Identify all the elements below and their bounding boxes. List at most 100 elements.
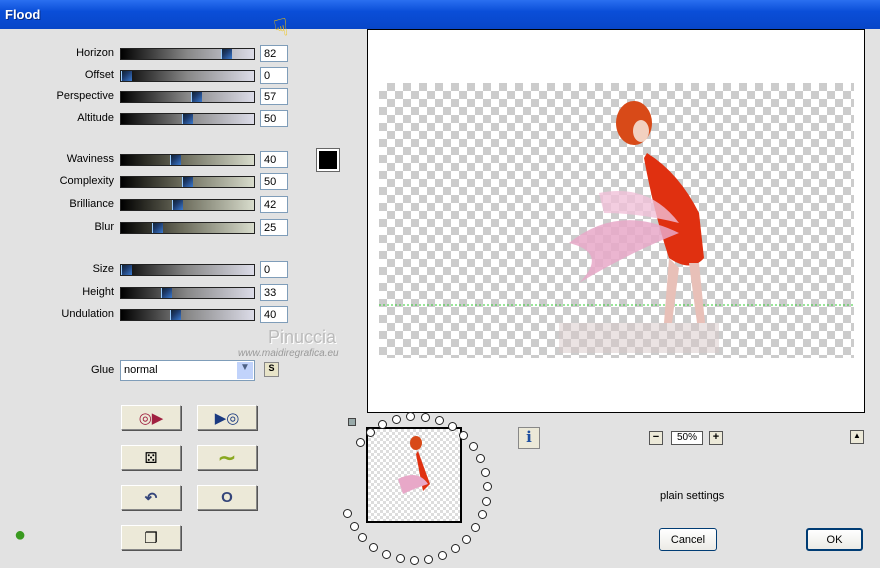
slider-thumb[interactable] bbox=[121, 71, 132, 81]
navigator-handle[interactable] bbox=[348, 418, 356, 426]
dial-dot[interactable] bbox=[343, 508, 353, 518]
slider-track[interactable] bbox=[120, 176, 255, 188]
ring-icon: O bbox=[221, 489, 233, 506]
slider-label: Horizon bbox=[76, 47, 114, 59]
dial-dot[interactable] bbox=[355, 437, 365, 447]
slider-track[interactable] bbox=[120, 199, 255, 211]
slider-track[interactable] bbox=[120, 91, 255, 103]
dial-dot[interactable] bbox=[434, 416, 444, 426]
slider-row-brilliance: Brilliance 42 bbox=[0, 196, 300, 213]
slider-track[interactable] bbox=[120, 264, 255, 276]
zoom-in-button[interactable]: + bbox=[709, 431, 723, 445]
slider-thumb[interactable] bbox=[221, 49, 233, 59]
dial-dot[interactable] bbox=[477, 510, 487, 520]
collapse-button[interactable]: ▲ bbox=[850, 430, 864, 444]
slider-value-input[interactable]: 42 bbox=[260, 196, 288, 213]
dial-dot[interactable] bbox=[476, 454, 486, 463]
slider-thumb[interactable] bbox=[169, 310, 181, 320]
slider-value-input[interactable]: 0 bbox=[260, 261, 288, 278]
slider-label: Altitude bbox=[77, 112, 114, 124]
dial-dot[interactable] bbox=[381, 549, 391, 559]
wave-icon: ∼ bbox=[217, 444, 237, 470]
copy-button[interactable]: ❐ bbox=[121, 525, 181, 550]
slider-thumb[interactable] bbox=[172, 200, 184, 210]
preview-area[interactable] bbox=[367, 29, 865, 413]
zoom-out-button[interactable]: − bbox=[649, 431, 663, 445]
dial-dot[interactable] bbox=[366, 427, 376, 437]
slider-value-input[interactable]: 50 bbox=[260, 173, 288, 190]
slider-label: Waviness bbox=[66, 153, 114, 165]
watermark-url: www.maidiregrafica.eu bbox=[238, 348, 339, 359]
dial-dot[interactable] bbox=[420, 412, 430, 422]
slider-thumb[interactable] bbox=[169, 155, 181, 165]
slider-row-waviness: Waviness 40 bbox=[0, 151, 300, 168]
wave-button[interactable]: ∼ bbox=[197, 445, 257, 470]
info-button[interactable]: i bbox=[518, 427, 540, 449]
chevron-down-icon: ▼ bbox=[237, 362, 253, 379]
dial-dot[interactable] bbox=[462, 534, 472, 544]
dial-dot[interactable] bbox=[424, 554, 434, 564]
slider-track[interactable] bbox=[120, 309, 255, 321]
dial-dot[interactable] bbox=[481, 496, 491, 506]
color-swatch[interactable] bbox=[316, 148, 340, 172]
slider-value-input[interactable]: 40 bbox=[260, 306, 288, 323]
dial-dot[interactable] bbox=[482, 482, 492, 492]
dial-dot[interactable] bbox=[469, 441, 479, 451]
dial-dot[interactable] bbox=[438, 550, 448, 560]
dial-dot[interactable] bbox=[358, 533, 368, 543]
slider-value-input[interactable]: 0 bbox=[260, 67, 288, 84]
slider-track[interactable] bbox=[120, 154, 255, 166]
preview-image bbox=[379, 101, 854, 353]
slider-value-input[interactable]: 25 bbox=[260, 219, 288, 236]
slider-track[interactable] bbox=[120, 48, 255, 60]
slider-row-horizon: Horizon 82 bbox=[0, 45, 300, 62]
slider-track[interactable] bbox=[120, 113, 255, 125]
slider-label: Brilliance bbox=[69, 198, 114, 210]
app-logo-icon: ● bbox=[14, 524, 27, 546]
slider-thumb[interactable] bbox=[190, 92, 202, 102]
glue-select[interactable]: normal ▼ bbox=[120, 360, 255, 381]
slider-thumb[interactable] bbox=[182, 177, 193, 187]
slider-label: Complexity bbox=[59, 175, 114, 187]
dial-dot[interactable] bbox=[447, 422, 457, 432]
cancel-button[interactable]: Cancel bbox=[659, 528, 717, 551]
slider-row-height: Height 33 bbox=[0, 284, 300, 301]
slider-row-blur: Blur 25 bbox=[0, 219, 300, 236]
dial-dot[interactable] bbox=[481, 467, 491, 477]
slider-thumb[interactable] bbox=[182, 114, 193, 124]
navigator-thumbnail[interactable] bbox=[366, 427, 462, 523]
save-preset-button[interactable]: ▶◎ bbox=[197, 405, 257, 430]
slider-track[interactable] bbox=[120, 70, 255, 82]
slider-label: Size bbox=[92, 263, 114, 275]
dial-dot[interactable] bbox=[391, 414, 401, 424]
dial-dot[interactable] bbox=[471, 523, 481, 533]
watermark-name: Pinuccia bbox=[268, 327, 337, 347]
slider-thumb[interactable] bbox=[121, 265, 132, 275]
dial-dot[interactable] bbox=[395, 554, 405, 564]
slider-value-input[interactable]: 33 bbox=[260, 284, 288, 301]
ok-button[interactable]: OK bbox=[806, 528, 863, 551]
load-preset-button[interactable]: ◎▶ bbox=[121, 405, 181, 430]
dial-dot[interactable] bbox=[406, 412, 416, 422]
dial-dot[interactable] bbox=[459, 430, 469, 440]
slider-row-complexity: Complexity 50 bbox=[0, 173, 300, 190]
dial-dot[interactable] bbox=[349, 521, 359, 531]
dial-dot[interactable] bbox=[451, 543, 461, 553]
slider-thumb[interactable] bbox=[151, 223, 163, 233]
slider-track[interactable] bbox=[120, 222, 255, 234]
slider-thumb[interactable] bbox=[161, 288, 173, 298]
slider-value-input[interactable]: 57 bbox=[260, 88, 288, 105]
randomize-button[interactable]: ⚄ bbox=[121, 445, 181, 470]
play-disc-icon: ▶◎ bbox=[214, 409, 240, 427]
reset-button[interactable]: O bbox=[197, 485, 257, 510]
dial-dot[interactable] bbox=[410, 555, 420, 565]
dial-dot[interactable] bbox=[369, 542, 379, 552]
slider-label: Offset bbox=[84, 69, 114, 81]
slider-row-undulation: Undulation 40 bbox=[0, 306, 300, 323]
slider-value-input[interactable]: 50 bbox=[260, 110, 288, 127]
slider-value-input[interactable]: 40 bbox=[260, 151, 288, 168]
glue-s-button[interactable]: S bbox=[264, 362, 279, 377]
undo-button[interactable]: ↶ bbox=[121, 485, 181, 510]
slider-value-input[interactable]: 82 bbox=[260, 45, 288, 62]
slider-track[interactable] bbox=[120, 287, 255, 299]
